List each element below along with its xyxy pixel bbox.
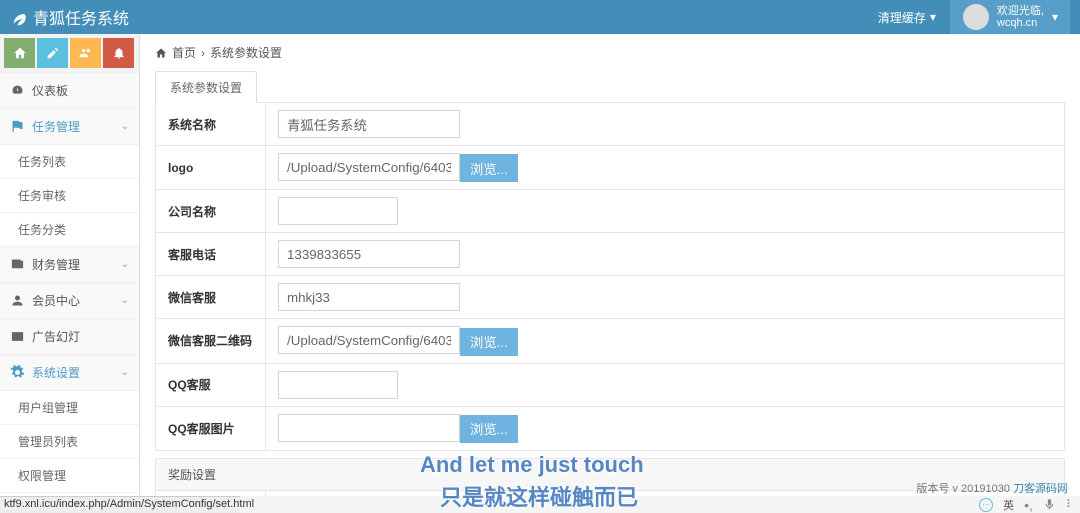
- input-wechat[interactable]: [278, 283, 460, 311]
- sidebar-item-label: 系统设置: [32, 364, 80, 381]
- input-tel[interactable]: [278, 240, 460, 268]
- breadcrumb-home[interactable]: 首页: [172, 44, 196, 61]
- breadcrumb-current: 系统参数设置: [210, 44, 282, 61]
- sidebar-item-label: 会员中心: [32, 292, 80, 309]
- footer-link[interactable]: 刀客源码网: [1013, 483, 1068, 495]
- ime-menu-icon[interactable]: ⠇: [1066, 498, 1074, 511]
- tab-row: 系统参数设置: [140, 71, 1080, 103]
- sidebar-finance[interactable]: 财务管理 ⌄: [0, 247, 139, 283]
- config-form: 系统名称 logo 浏览... 公司名称 客服电话 微信客服 微信客服二维码 浏…: [155, 102, 1065, 496]
- user-icon: [10, 293, 25, 308]
- user-menu[interactable]: 欢迎光临, wcqh.cn ▾: [951, 0, 1070, 34]
- label-tel: 客服电话: [156, 233, 266, 276]
- home-icon: [13, 46, 27, 60]
- version-text: 版本号 v 20191030: [916, 483, 1013, 495]
- gauge-icon: [10, 83, 25, 98]
- quick-actions: [0, 34, 139, 73]
- ime-indicator: ⋯ 英 •, ⠇: [979, 496, 1074, 513]
- sidebar-item-label: 广告幻灯: [32, 328, 80, 345]
- input-sysname[interactable]: [278, 110, 460, 138]
- sidebar-dashboard[interactable]: 仪表板: [0, 73, 139, 109]
- label-qq: QQ客服: [156, 363, 266, 406]
- image-icon: [10, 329, 25, 344]
- edit-button[interactable]: [37, 38, 68, 68]
- username: wcqh.cn: [997, 17, 1044, 29]
- ime-circle-icon[interactable]: ⋯: [979, 498, 993, 512]
- clear-cache-label: 清理缓存: [878, 9, 926, 26]
- nav: 仪表板 任务管理 ⌄ 任务列表 任务审核 任务分类 财务管理 ⌄ 会员中心 ⌄ 广告幻…: [0, 73, 139, 496]
- avatar: [963, 4, 989, 30]
- bell-icon: [112, 46, 126, 60]
- sidebar-user-group[interactable]: 用户组管理: [0, 391, 139, 425]
- sidebar-member[interactable]: 会员中心 ⌄: [0, 283, 139, 319]
- sidebar-item-label: 仪表板: [32, 82, 68, 99]
- sidebar-perm[interactable]: 权限管理: [0, 459, 139, 493]
- chevron-down-icon: ⌄: [121, 367, 129, 378]
- input-qq[interactable]: [278, 371, 398, 399]
- chevron-down-icon: ⌄: [121, 295, 129, 306]
- label-qq-img: QQ客服图片: [156, 406, 266, 450]
- ime-lang[interactable]: 英: [1003, 497, 1014, 513]
- input-qq-img[interactable]: [278, 414, 460, 442]
- users-button[interactable]: [70, 38, 101, 68]
- mic-icon[interactable]: [1043, 498, 1056, 511]
- wallet-icon: [10, 257, 25, 272]
- footer: 版本号 v 20191030 刀客源码网: [916, 480, 1068, 496]
- label-logo: logo: [156, 146, 266, 190]
- clear-cache-button[interactable]: 清理缓存 ▾: [864, 0, 951, 34]
- sidebar-item-label: 财务管理: [32, 256, 80, 273]
- browse-wechatqr-button[interactable]: 浏览...: [460, 328, 518, 356]
- label-company: 公司名称: [156, 190, 266, 233]
- flag-icon: [10, 119, 25, 134]
- sidebar-task-list[interactable]: 任务列表: [0, 145, 139, 179]
- chevron-down-icon: ⌄: [121, 121, 129, 132]
- browse-logo-button[interactable]: 浏览...: [460, 154, 518, 182]
- label-wechat: 微信客服: [156, 276, 266, 319]
- user-text: 欢迎光临, wcqh.cn: [997, 5, 1044, 29]
- subtitle-caption-zh: 只是就这样碰触而已: [440, 480, 638, 512]
- sidebar-admin-list[interactable]: 管理员列表: [0, 425, 139, 459]
- home-icon: [155, 47, 167, 59]
- sidebar-task-category[interactable]: 任务分类: [0, 213, 139, 247]
- breadcrumb: 首页 › 系统参数设置: [140, 34, 1080, 71]
- label-wechat-qr: 微信客服二维码: [156, 319, 266, 363]
- tab-system-params[interactable]: 系统参数设置: [155, 71, 257, 103]
- pencil-icon: [46, 46, 60, 60]
- sidebar-task-audit[interactable]: 任务审核: [0, 179, 139, 213]
- sidebar-ad-slide[interactable]: 广告幻灯: [0, 319, 139, 355]
- main-panel: 首页 › 系统参数设置 系统参数设置 系统名称 logo 浏览... 公司名称 …: [140, 34, 1080, 496]
- brand[interactable]: 青狐任务系统: [10, 5, 129, 29]
- welcome-text: 欢迎光临,: [997, 5, 1044, 17]
- users-icon: [79, 46, 93, 60]
- topbar: 青狐任务系统 清理缓存 ▾ 欢迎光临, wcqh.cn ▾: [0, 0, 1080, 34]
- brand-text: 青狐任务系统: [33, 5, 129, 29]
- sidebar-system[interactable]: 系统设置 ⌄: [0, 355, 139, 391]
- sidebar-task-mgmt[interactable]: 任务管理 ⌄: [0, 109, 139, 145]
- chevron-down-icon: ▾: [930, 10, 936, 24]
- input-wechat-qr[interactable]: [278, 326, 460, 354]
- input-company[interactable]: [278, 197, 398, 225]
- statusbar: ktf9.xnl.icu/index.php/Admin/SystemConfi…: [0, 496, 240, 513]
- top-right: 清理缓存 ▾ 欢迎光临, wcqh.cn ▾: [864, 0, 1070, 34]
- chevron-down-icon: ▾: [1052, 10, 1058, 24]
- sidebar: 仪表板 任务管理 ⌄ 任务列表 任务审核 任务分类 财务管理 ⌄ 会员中心 ⌄ 广告幻…: [0, 34, 140, 496]
- sidebar-item-label: 任务管理: [32, 118, 80, 135]
- breadcrumb-sep: ›: [201, 46, 205, 60]
- ime-dot-icon[interactable]: •,: [1024, 497, 1033, 513]
- leaf-icon: [10, 8, 28, 26]
- chevron-down-icon: ⌄: [121, 259, 129, 270]
- home-button[interactable]: [4, 38, 35, 68]
- alert-button[interactable]: [103, 38, 134, 68]
- browse-qqimg-button[interactable]: 浏览...: [460, 415, 518, 443]
- subtitle-caption-en: And let me just touch: [420, 452, 644, 478]
- gear-icon: [10, 365, 25, 380]
- label-sysname: 系统名称: [156, 103, 266, 146]
- input-logo[interactable]: [278, 153, 460, 181]
